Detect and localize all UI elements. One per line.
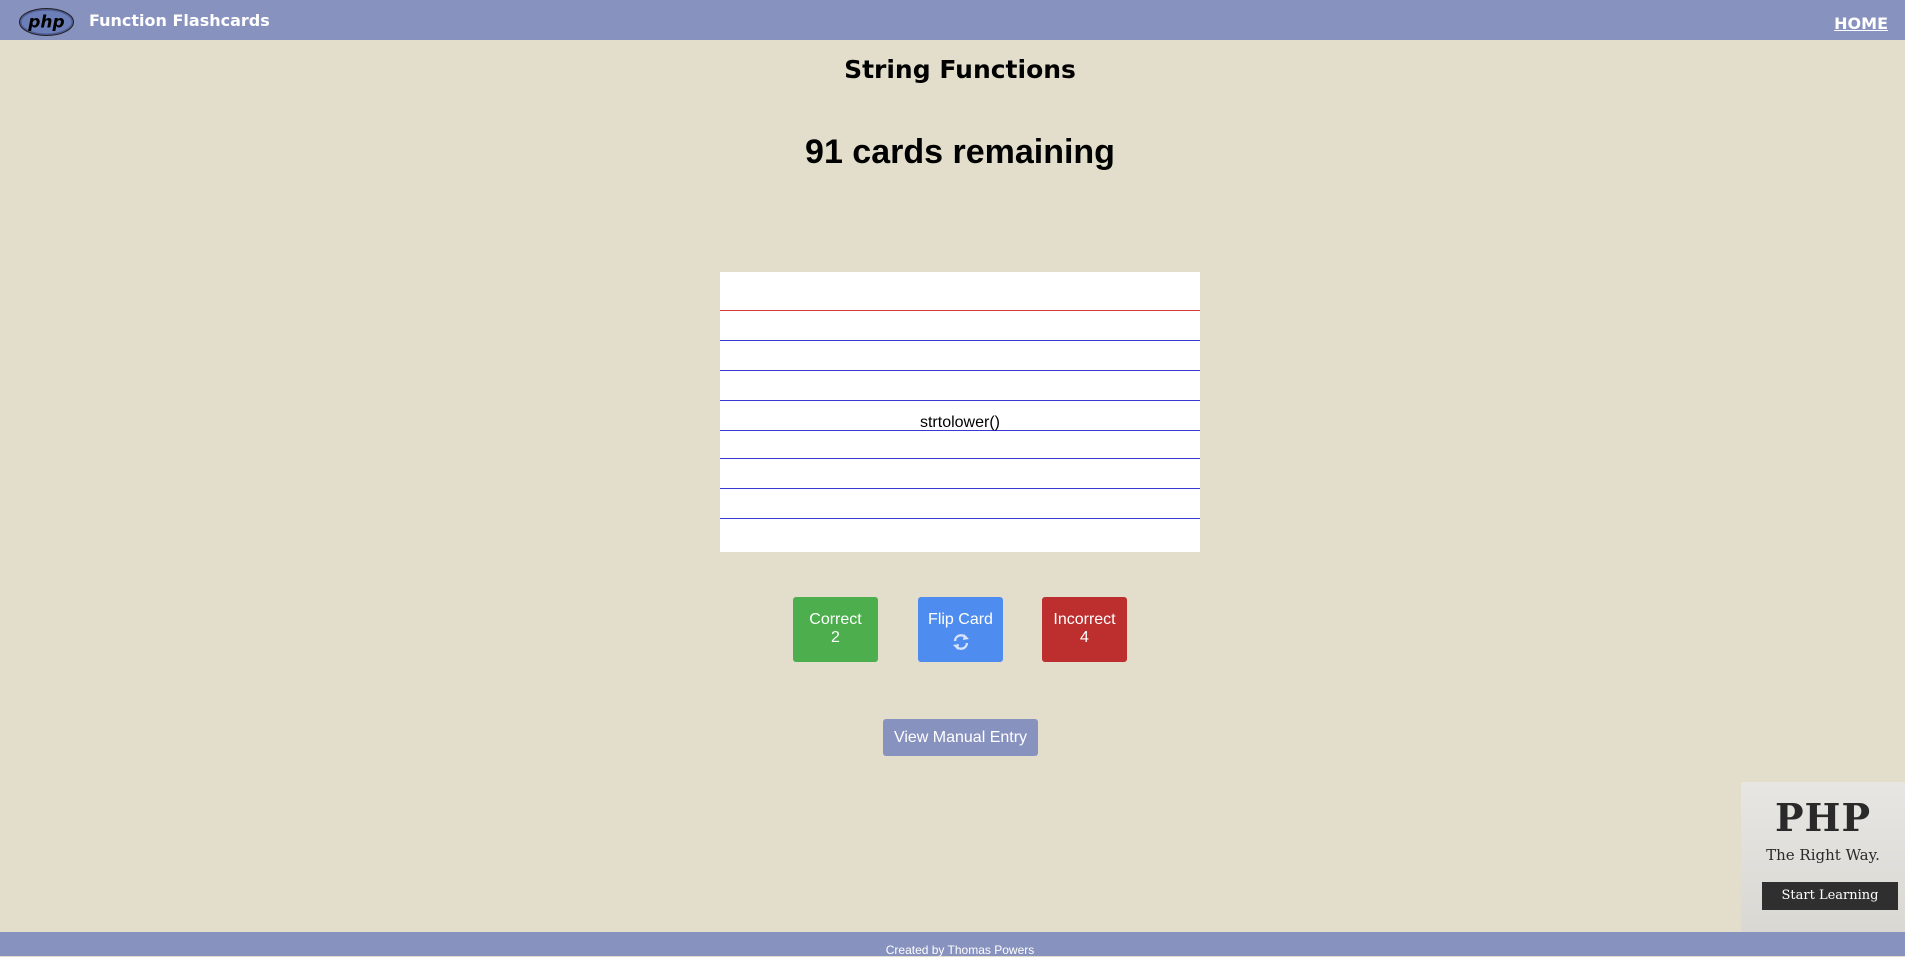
- correct-button[interactable]: Correct 2: [793, 597, 878, 662]
- svg-text:php: php: [27, 13, 64, 33]
- correct-count: 2: [831, 629, 840, 646]
- view-manual-entry-button[interactable]: View Manual Entry: [883, 719, 1038, 756]
- cards-remaining: 91 cards remaining: [805, 133, 1115, 171]
- card-rule-line: [720, 458, 1200, 459]
- card-rule-line: [720, 488, 1200, 489]
- php-right-way-banner[interactable]: PHP The Right Way. Start Learning: [1741, 782, 1905, 932]
- promo-tagline: The Right Way.: [1766, 846, 1880, 864]
- card-rule-line: [720, 370, 1200, 371]
- incorrect-button[interactable]: Incorrect 4: [1042, 597, 1127, 662]
- flashcard[interactable]: strtolower(): [720, 272, 1200, 552]
- flip-card-label: Flip Card: [928, 611, 993, 628]
- flip-card-button[interactable]: Flip Card: [918, 597, 1003, 662]
- refresh-icon: [952, 634, 969, 650]
- promo-title: PHP: [1774, 795, 1872, 840]
- deck-title: String Functions: [844, 55, 1076, 84]
- correct-label: Correct: [809, 611, 862, 628]
- start-learning-button[interactable]: Start Learning: [1762, 882, 1898, 910]
- card-function-name: strtolower(): [919, 414, 1000, 431]
- incorrect-count: 4: [1080, 629, 1089, 646]
- card-rule-line: [720, 518, 1200, 519]
- app-title[interactable]: Function Flashcards: [89, 11, 270, 30]
- footer: Created by Thomas Powers: [0, 932, 1905, 957]
- home-link[interactable]: HOME: [1834, 14, 1888, 33]
- top-navbar: php Function Flashcards HOME: [0, 0, 1905, 40]
- card-rule-line: [720, 400, 1200, 401]
- card-rule-line: [720, 340, 1200, 341]
- footer-credit: Created by Thomas Powers: [885, 943, 1035, 957]
- incorrect-label: Incorrect: [1053, 611, 1116, 628]
- card-header-line: [720, 310, 1200, 311]
- php-logo[interactable]: php: [19, 8, 74, 36]
